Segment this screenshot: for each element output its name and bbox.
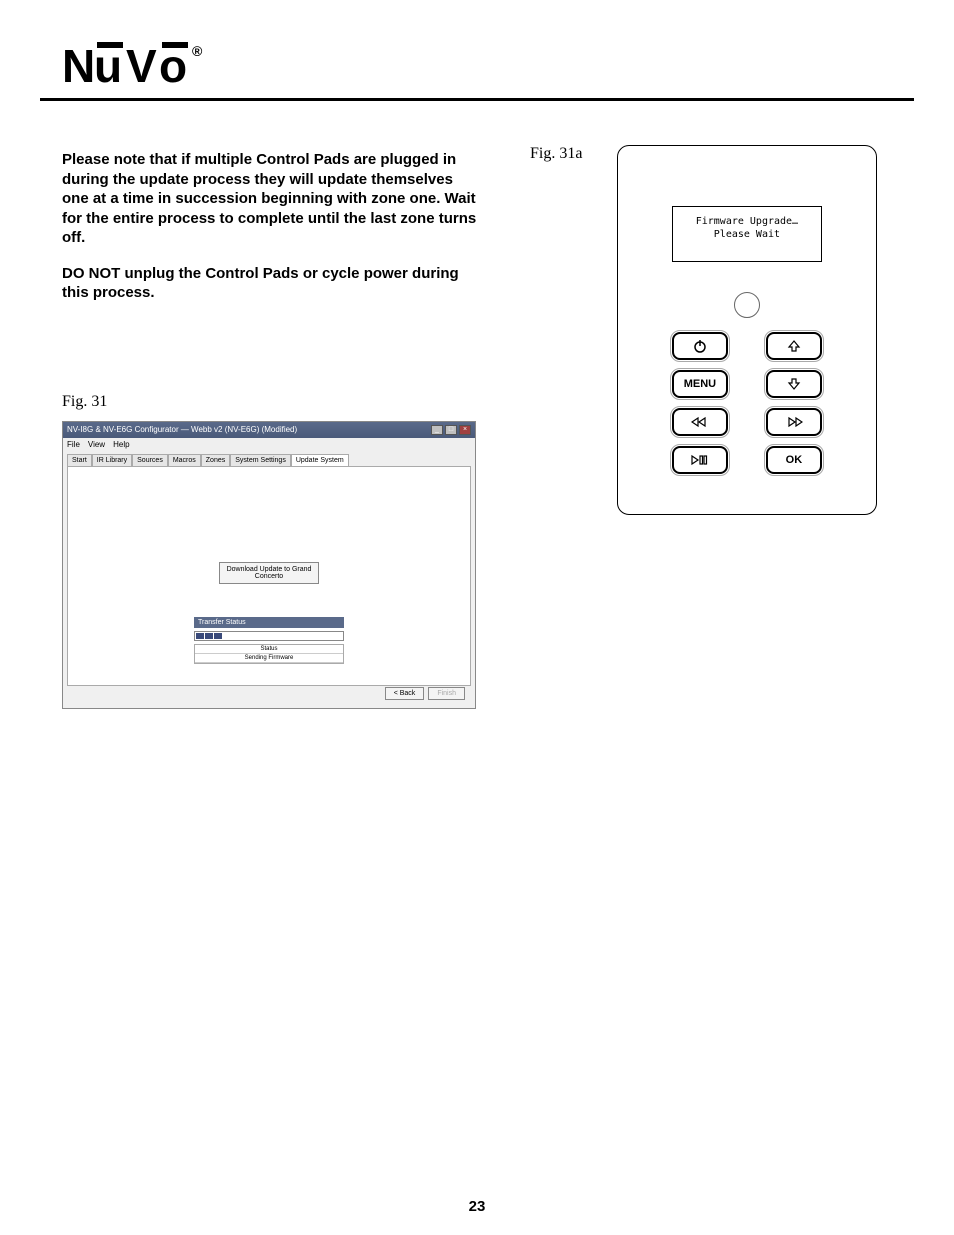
figure-31a-caption: Fig. 31a xyxy=(530,145,582,163)
download-update-button[interactable]: Download Update to Grand Concerto xyxy=(219,562,319,584)
screen-line-1: Firmware Upgrade… xyxy=(673,215,821,228)
tab-update-system[interactable]: Update System xyxy=(291,454,349,466)
play-pause-icon xyxy=(690,454,710,466)
control-pad-screen: Firmware Upgrade… Please Wait xyxy=(672,206,822,262)
tab-ir-library[interactable]: IR Library xyxy=(92,454,132,466)
svg-text:N: N xyxy=(62,42,93,92)
page-number: 23 xyxy=(0,1198,954,1215)
tab-start[interactable]: Start xyxy=(67,454,92,466)
svg-text:u: u xyxy=(94,42,120,92)
indicator-led xyxy=(734,292,760,318)
power-icon xyxy=(693,339,707,353)
left-column: Please note that if multiple Control Pad… xyxy=(62,150,482,709)
right-column: Fig. 31a Firmware Upgrade… Please Wait M… xyxy=(530,145,877,520)
configurator-window: NV-I8G & NV-E6G Configurator — Webb v2 (… xyxy=(62,421,476,709)
transfer-status-panel: Transfer Status Status Sending Firmware xyxy=(194,617,344,664)
tab-pane: Download Update to Grand Concerto Transf… xyxy=(67,466,471,686)
menu-help[interactable]: Help xyxy=(113,440,129,449)
tab-macros[interactable]: Macros xyxy=(168,454,201,466)
window-title: NV-I8G & NV-E6G Configurator — Webb v2 (… xyxy=(67,425,297,435)
svg-text:®: ® xyxy=(192,43,203,59)
up-button[interactable] xyxy=(766,332,822,360)
prev-icon xyxy=(691,416,709,428)
tab-system-settings[interactable]: System Settings xyxy=(230,454,291,466)
tab-zones[interactable]: Zones xyxy=(201,454,230,466)
tab-sources[interactable]: Sources xyxy=(132,454,168,466)
arrow-down-icon xyxy=(787,377,801,391)
transfer-status-title: Transfer Status xyxy=(194,617,344,628)
close-button[interactable]: × xyxy=(459,425,471,435)
brand-logo: N u V o ® xyxy=(62,42,232,92)
tab-row: Start IR Library Sources Macros Zones Sy… xyxy=(63,451,475,466)
menu-bar: File View Help xyxy=(63,438,475,451)
progress-bar xyxy=(194,631,344,641)
menu-view[interactable]: View xyxy=(88,440,105,449)
window-controls: _ □ × xyxy=(431,425,471,435)
svg-text:o: o xyxy=(159,42,186,92)
wizard-buttons: < Back Finish xyxy=(385,687,465,700)
down-button[interactable] xyxy=(766,370,822,398)
status-list: Status Sending Firmware xyxy=(194,644,344,664)
figure-31-caption: Fig. 31 xyxy=(62,393,482,411)
page-header: N u V o ® xyxy=(62,42,914,97)
play-pause-button[interactable] xyxy=(672,446,728,474)
next-button[interactable] xyxy=(766,408,822,436)
screen-line-2: Please Wait xyxy=(673,228,821,241)
prev-button[interactable] xyxy=(672,408,728,436)
note-paragraph-2: DO NOT unplug the Control Pads or cycle … xyxy=(62,264,482,303)
maximize-button[interactable]: □ xyxy=(445,425,457,435)
arrow-up-icon xyxy=(787,339,801,353)
status-value: Sending Firmware xyxy=(195,654,343,663)
finish-button[interactable]: Finish xyxy=(428,687,465,700)
menu-file[interactable]: File xyxy=(67,440,80,449)
status-header: Status xyxy=(195,645,343,654)
next-icon xyxy=(785,416,803,428)
header-divider xyxy=(40,98,914,101)
control-pad-device: Firmware Upgrade… Please Wait MENU xyxy=(617,145,877,515)
note-paragraph-1: Please note that if multiple Control Pad… xyxy=(62,150,482,248)
menu-button[interactable]: MENU xyxy=(672,370,728,398)
svg-text:V: V xyxy=(126,42,157,92)
window-titlebar: NV-I8G & NV-E6G Configurator — Webb v2 (… xyxy=(63,422,475,438)
power-button[interactable] xyxy=(672,332,728,360)
ok-button[interactable]: OK xyxy=(766,446,822,474)
minimize-button[interactable]: _ xyxy=(431,425,443,435)
back-button[interactable]: < Back xyxy=(385,687,425,700)
